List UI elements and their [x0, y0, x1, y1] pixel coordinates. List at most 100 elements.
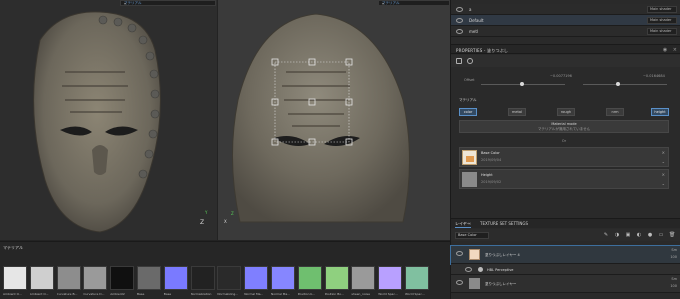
- shelf-texture-thumbnail[interactable]: [271, 266, 295, 290]
- offset-value-1[interactable]: −0.0077196: [550, 74, 572, 78]
- axis-y-label: Y: [205, 210, 208, 215]
- layers-toolbar: Base Color ✎ ◑ ▣ ◐ ● ▭ 🗑: [451, 229, 680, 241]
- close-icon[interactable]: ×: [662, 172, 665, 177]
- channel-metal-button[interactable]: metal: [508, 108, 526, 116]
- layer-effect-row[interactable]: HBL Perceptive: [451, 264, 680, 275]
- base-color-slot[interactable]: Base Color 2019/09/04 × ⌄: [459, 147, 669, 167]
- offset-value-2[interactable]: −0.0164684: [643, 74, 665, 78]
- filter-icon: [478, 267, 483, 272]
- material-section-title: マテリアル: [459, 98, 477, 102]
- shelf-texture-thumbnail[interactable]: [351, 266, 376, 290]
- shelf-texture-label: Ambient O...: [3, 292, 22, 296]
- offset-slider-2[interactable]: [583, 84, 667, 85]
- add-layer-icon[interactable]: ●: [647, 232, 653, 238]
- shelf-texture-thumbnail[interactable]: [83, 266, 108, 290]
- channel-color-button[interactable]: color: [459, 108, 477, 116]
- axis-z-label: Z: [231, 211, 234, 216]
- offset-label: Offset: [464, 78, 475, 82]
- shelf-texture-label: Base: [137, 292, 145, 296]
- shelf-texture-thumbnail[interactable]: [297, 266, 322, 290]
- eye-icon[interactable]: [456, 7, 463, 12]
- or-separator: Or: [561, 139, 567, 143]
- shelf-texture-label: Curvature B...: [56, 292, 78, 296]
- mask-icon[interactable]: ▣: [625, 232, 631, 238]
- shelf-texture-label: World Spac...: [378, 292, 398, 296]
- axis-x-label: X: [224, 219, 227, 224]
- channel-rough-button[interactable]: rough: [557, 108, 575, 116]
- shelf-texture-thumbnail[interactable]: [163, 266, 188, 290]
- material-mode-box[interactable]: Material mode マテリアルが適用されていません: [459, 120, 669, 133]
- properties-title: PROPERTIES - 塗りつぶし: [456, 48, 509, 53]
- shelf-texture-thumbnail[interactable]: [190, 266, 215, 290]
- brush-icon[interactable]: ✎: [603, 232, 609, 238]
- eye-icon[interactable]: [456, 280, 463, 285]
- add-fill-layer-icon[interactable]: ◐: [636, 232, 642, 238]
- layer-thumbnail: [469, 278, 480, 289]
- shelf-texture-thumbnail[interactable]: [244, 266, 269, 290]
- texture-set-row[interactable]: Default Main shader: [451, 15, 680, 26]
- height-thumbnail: [462, 172, 477, 187]
- projection-icon[interactable]: [467, 58, 473, 64]
- shelf-texture-label: Normalizing...: [217, 292, 239, 296]
- shelf-texture-thumbnail[interactable]: [378, 266, 403, 290]
- layer-row[interactable]: 塗りつぶしレイヤー Sm 100: [451, 275, 680, 293]
- shader-dropdown[interactable]: Main shader: [647, 6, 677, 13]
- shader-dropdown[interactable]: Main shader: [647, 28, 677, 35]
- eye-icon[interactable]: [456, 29, 463, 34]
- eye-icon[interactable]: [456, 251, 463, 256]
- blend-channel-dropdown[interactable]: Base Color: [455, 232, 489, 239]
- texture-set-row[interactable]: a Main shader: [451, 4, 680, 15]
- layer-settings-icon[interactable]: [456, 58, 462, 64]
- eye-icon[interactable]: [456, 18, 463, 23]
- delete-icon[interactable]: 🗑: [669, 232, 675, 238]
- shelf-texture-thumbnail[interactable]: [56, 266, 81, 290]
- right-panel: a Main shader Default Main shader metl M…: [450, 0, 680, 299]
- base-color-thumbnail: [462, 150, 477, 165]
- axis-x-label: Z: [200, 219, 205, 226]
- shelf-texture-label: Base: [163, 292, 172, 296]
- shelf-texture-label: Position b...: [297, 292, 316, 296]
- shelf-texture-label: Position Bo...: [324, 292, 344, 296]
- viewport-3d[interactable]: マテリアル ▾ X Z: [218, 0, 450, 240]
- shelf-texture-label: Ambient O...: [29, 292, 49, 296]
- add-folder-icon[interactable]: ▭: [658, 232, 664, 238]
- shelf-texture-label: Curvature D...: [83, 292, 105, 296]
- mask-uv-texture: [33, 11, 161, 233]
- layer-thumbnail: [469, 249, 480, 260]
- shelf-texture-thumbnail[interactable]: [217, 266, 242, 290]
- offset-slider-2-handle[interactable]: [616, 82, 620, 86]
- chevron-down-icon[interactable]: ⌄: [662, 181, 665, 186]
- shelf-texture-label: Normalization: [190, 292, 212, 296]
- channel-height-button[interactable]: height: [651, 108, 669, 116]
- shelf-panel: マテリアル Ambient O... Ambient O... Curvature …: [0, 241, 450, 299]
- offset-slider-1-handle[interactable]: [520, 82, 524, 86]
- channel-nrm-button[interactable]: nrm: [606, 108, 624, 116]
- eye-icon[interactable]: [465, 267, 472, 272]
- effects-icon[interactable]: ◑: [614, 232, 620, 238]
- close-icon[interactable]: ×: [468, 221, 471, 226]
- shelf-texture-label: Normal Ma...: [271, 292, 291, 296]
- shelf-texture-thumbnail[interactable]: [3, 266, 27, 290]
- shelf-texture-thumbnail[interactable]: [324, 266, 349, 290]
- close-icon[interactable]: ×: [673, 47, 677, 53]
- tab-texture-set-settings[interactable]: TEXTURE SET SETTINGS: [480, 221, 528, 226]
- camera-icon[interactable]: ◉: [663, 47, 667, 53]
- texture-set-row[interactable]: metl Main shader: [451, 26, 680, 37]
- layer-row[interactable]: 塗りつぶしレイヤー 4 Sm 100: [450, 245, 680, 265]
- properties-header: PROPERTIES - 塗りつぶし ◉ ×: [451, 44, 680, 54]
- shelf-texture-label: sheen_noise: [351, 292, 370, 296]
- shelf-texture-thumbnail[interactable]: [29, 266, 54, 290]
- viewport-2d[interactable]: マテリアル ▾ Z Y: [0, 0, 217, 240]
- shelf-texture-thumbnail[interactable]: [110, 266, 135, 290]
- mask-3d-model: [232, 13, 410, 223]
- shelf-title: マテリアル: [3, 245, 23, 250]
- shelf-texture-thumbnail[interactable]: [405, 266, 429, 290]
- height-slot[interactable]: Height 2019/09/02 × ⌄: [459, 169, 669, 189]
- shelf-texture-thumbnail[interactable]: [137, 266, 161, 290]
- close-icon[interactable]: ×: [662, 150, 665, 155]
- layers-tab-bar: レイヤー × TEXTURE SET SETTINGS: [451, 218, 680, 228]
- shelf-texture-label: World Spac...: [405, 292, 425, 296]
- shader-dropdown[interactable]: Main shader: [647, 17, 677, 24]
- properties-toolbar: [451, 55, 680, 67]
- chevron-down-icon[interactable]: ⌄: [662, 159, 665, 164]
